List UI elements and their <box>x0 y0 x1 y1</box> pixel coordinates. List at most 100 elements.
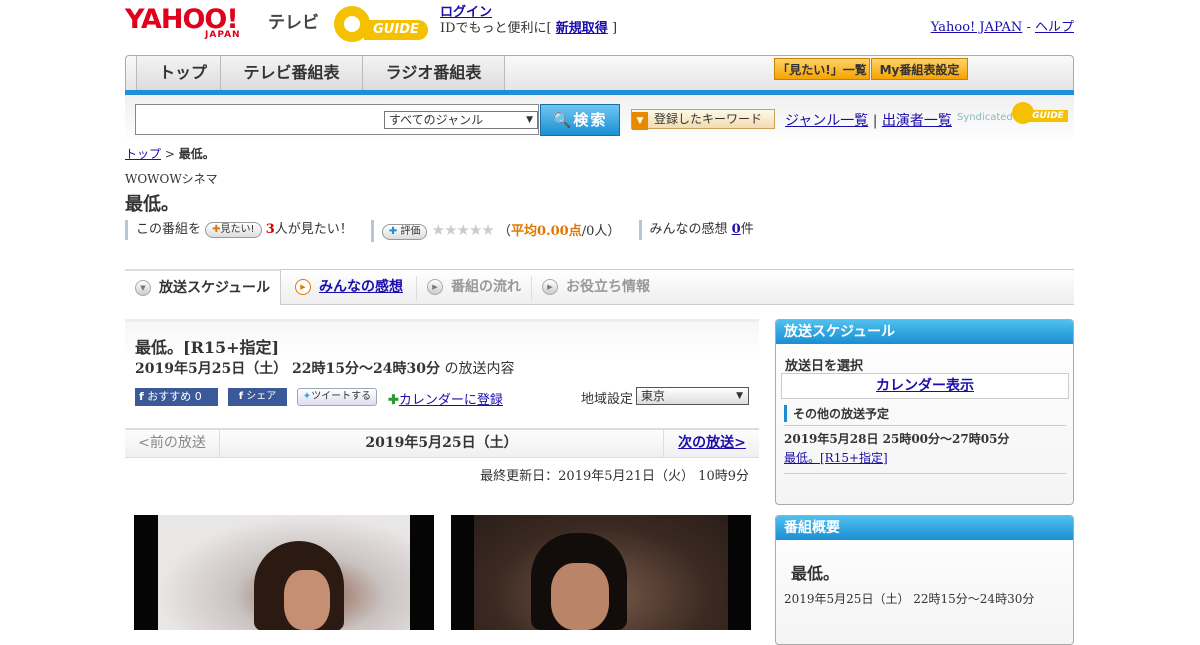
rating-average: 平均0.00点 <box>511 224 582 239</box>
genre-select-value: すべてのジャンル <box>389 113 484 127</box>
facebook-icon: f <box>139 390 144 403</box>
signup-link[interactable]: 新規取得 <box>556 21 608 36</box>
header-links: Yahoo! JAPAN - ヘルプ <box>931 16 1074 35</box>
rating-open: （ <box>498 224 512 239</box>
gguide-logo-text: GUIDE <box>364 20 428 40</box>
facebook-icon: f <box>238 391 244 402</box>
breadcrumb-current: 最低。 <box>178 147 215 161</box>
program-photo-2 <box>451 515 751 630</box>
tab-program-flow-label: 番組の流れ <box>451 279 521 295</box>
facebook-recommend-button[interactable]: f おすすめ 0 <box>135 388 218 406</box>
nav-tab-tv-listings[interactable]: テレビ番組表 <box>220 56 362 90</box>
header-separator: - <box>1022 20 1035 35</box>
performer-list-link[interactable]: 出演者一覧 <box>882 113 952 129</box>
schedule-panel-heading: 放送スケジュール <box>776 320 1073 344</box>
login-link[interactable]: ログイン <box>440 5 492 20</box>
previous-broadcast: <前の放送 <box>125 430 220 457</box>
region-select-value: 東京 <box>641 389 666 403</box>
tweet-button[interactable]: ✦ツイートする <box>297 388 377 406</box>
chevron-down-icon: ▼ <box>736 391 743 401</box>
mitai-prefix: この番組を <box>136 222 202 237</box>
breadcrumb: トップ > 最低。 <box>125 145 215 162</box>
impressions-stat: みんなの感想 0件 <box>638 220 754 240</box>
rating-count: /0人） <box>581 224 621 239</box>
gguide-syndicated-logo: GUIDE <box>1012 102 1068 124</box>
tab-impressions[interactable]: ▶ みんなの感想 <box>295 270 403 304</box>
link-divider: | <box>872 113 878 129</box>
genre-select[interactable]: すべてのジャンル ▼ <box>384 111 538 129</box>
photo-subject-face <box>551 563 609 630</box>
tab-useful-info: ▶ お役立ち情報 <box>542 270 650 304</box>
calendar-register-link[interactable]: カレンダーに登録 <box>399 393 503 408</box>
genre-list-link[interactable]: ジャンル一覧 <box>785 113 868 129</box>
current-broadcast-date: 2019年5月25日（土） <box>365 435 518 451</box>
gguide-logo-inner <box>344 16 360 32</box>
mitai-stat: この番組を ✚見たい! 3人が見たい！ <box>125 220 353 240</box>
divider <box>784 425 1066 426</box>
plus-icon: ✚ <box>212 223 221 235</box>
mitai-button[interactable]: ✚見たい! <box>205 221 262 238</box>
select-date-label: 放送日を選択 <box>785 359 864 374</box>
rating-button[interactable]: ✚ 評価 <box>381 223 428 240</box>
tab-schedule-label: 放送スケジュール <box>159 280 271 296</box>
calendar-display-button[interactable]: カレンダー表示 <box>781 373 1069 399</box>
page-title: 最低。 <box>125 194 179 215</box>
my-listings-settings-button[interactable]: My番組表設定 <box>871 58 968 80</box>
program-subtabs: ▼ 放送スケジュール ▶ みんなの感想 ▶ 番組の流れ ▶ お役立ち情報 <box>125 269 1074 305</box>
rating-stat: ✚ 評価 ★★★★★ （平均0.00点/0人） <box>370 220 621 242</box>
syndicated-label: Syndicated <box>957 112 1013 123</box>
other-broadcast-link[interactable]: 最低。[R15+指定] <box>784 451 888 465</box>
gguide-logo[interactable]: GUIDE <box>334 6 432 42</box>
tab-impressions-label: みんなの感想 <box>319 279 403 295</box>
tab-useful-info-label: お役立ち情報 <box>566 279 650 295</box>
chevron-right-icon: ▶ <box>427 279 443 295</box>
chevron-down-icon: ▼ <box>135 280 151 296</box>
other-broadcasts-heading: その他の放送予定 <box>784 405 889 422</box>
login-prefix: IDでもっと便利に[ <box>440 21 552 36</box>
summary-panel-heading: 番組概要 <box>776 516 1073 540</box>
episode-datetime-suffix: の放送内容 <box>440 361 515 377</box>
search-button-label: 検索 <box>573 111 608 129</box>
search-button[interactable]: 🔍検索 <box>540 104 620 136</box>
triangle-down-icon: ▼ <box>632 112 648 130</box>
search-icon: 🔍 <box>552 111 574 129</box>
help-link[interactable]: ヘルプ <box>1035 20 1074 35</box>
nav-tab-top[interactable]: トップ <box>136 56 229 90</box>
channel-name: WOWOWシネマ <box>125 172 218 186</box>
next-broadcast-link[interactable]: 次の放送> <box>663 430 760 457</box>
chevron-right-icon: ▶ <box>295 279 311 295</box>
next-broadcast-link-text[interactable]: 次の放送> <box>678 435 746 451</box>
main-nav: トップ テレビ番組表 ラジオ番組表 「見たい!」一覧 My番組表設定 <box>125 55 1074 91</box>
other-broadcast-item: 最低。[R15+指定] <box>784 449 888 466</box>
breadcrumb-top-link[interactable]: トップ <box>125 147 161 161</box>
facebook-share-button[interactable]: f シェア <box>228 388 287 406</box>
impressions-label: みんなの感想 <box>649 222 728 237</box>
tab-divider <box>416 276 417 300</box>
registered-keywords-button[interactable]: ▼ 登録したキーワード <box>631 109 775 130</box>
mitai-count: 3 <box>265 222 275 237</box>
breadcrumb-separator: > <box>161 147 179 161</box>
broadcast-pager: <前の放送 2019年5月25日（土） 次の放送> <box>125 428 759 458</box>
episode-datetime: 2019年5月25日（土） 22時15分～24時30分 の放送内容 <box>135 358 514 378</box>
calendar-display-link[interactable]: カレンダー表示 <box>876 378 974 394</box>
region-label: 地域設定 <box>581 392 634 407</box>
chevron-down-icon: ▼ <box>526 115 533 125</box>
mitai-list-button[interactable]: 「見たい!」一覧 <box>774 58 870 80</box>
impressions-count-link[interactable]: 0 <box>732 222 741 237</box>
yahoo-japan-logo-text: JAPAN <box>205 30 241 40</box>
tv-label[interactable]: テレビ <box>268 8 319 33</box>
chevron-right-icon: ▶ <box>542 279 558 295</box>
yahoo-japan-link[interactable]: Yahoo! JAPAN <box>931 20 1023 35</box>
region-select[interactable]: 東京 ▼ <box>636 387 749 405</box>
episode-title: 最低。[R15+指定] <box>135 338 280 357</box>
photo-subject-face <box>284 570 330 630</box>
calendar-plus-icon: ✚ <box>388 393 399 408</box>
mitai-button-label: 見たい! <box>220 223 255 235</box>
divider <box>784 473 1066 474</box>
calendar-register[interactable]: ✚カレンダーに登録 <box>388 389 503 408</box>
tab-divider <box>531 276 532 300</box>
tab-schedule[interactable]: ▼ 放送スケジュール <box>125 269 281 305</box>
nav-tab-radio-listings[interactable]: ラジオ番組表 <box>362 56 505 90</box>
tweet-label: ツイートする <box>311 391 372 402</box>
star-rating-icon: ★★★★★ <box>431 221 495 239</box>
